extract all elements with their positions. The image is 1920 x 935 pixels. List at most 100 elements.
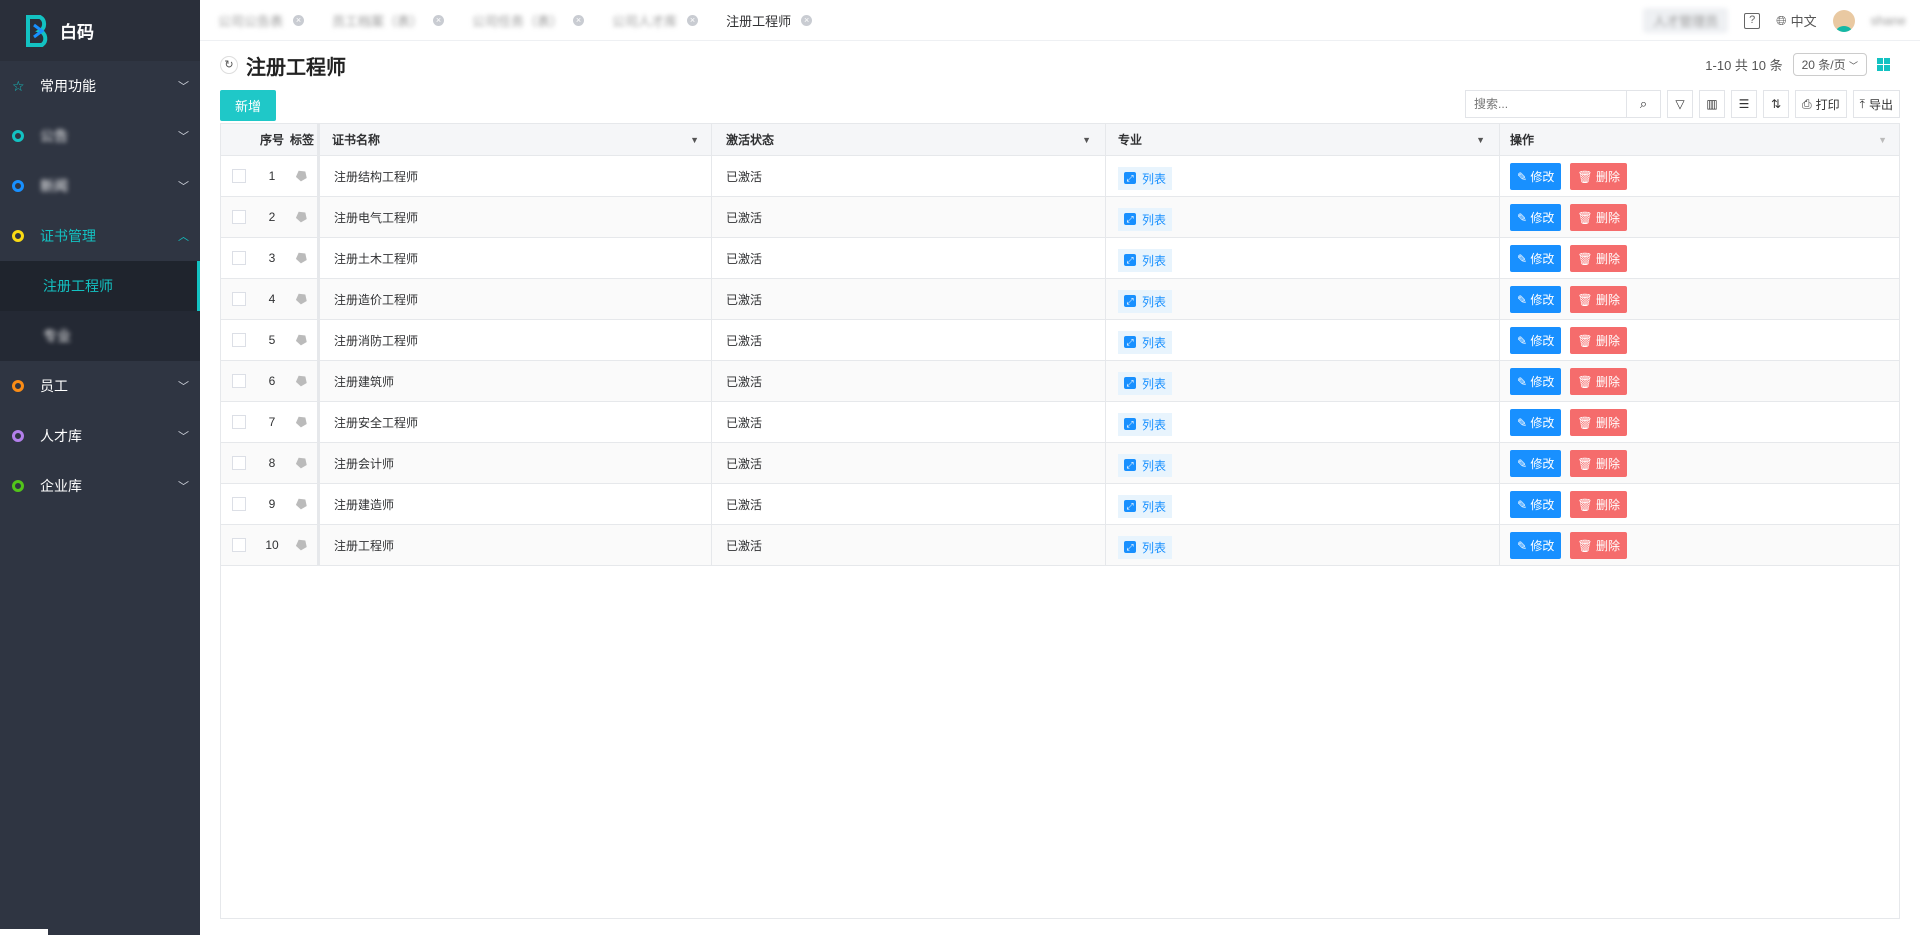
menu-item-certificates[interactable]: 证书管理 ︿ bbox=[0, 211, 200, 261]
tag-icon[interactable]: ⬟ bbox=[293, 494, 311, 514]
export-label: 导出 bbox=[1868, 97, 1893, 112]
circle-icon bbox=[12, 180, 24, 192]
list-button[interactable]: ⤢ 列表 bbox=[1118, 371, 1173, 395]
menu-item-enterprise[interactable]: 企业库 ﹀ bbox=[0, 461, 200, 511]
help-icon[interactable]: ? bbox=[1744, 12, 1761, 29]
row-checkbox[interactable] bbox=[232, 292, 246, 306]
caret-down-icon[interactable]: ▼ bbox=[1476, 135, 1485, 145]
export-button[interactable]: ⤒ 导出 bbox=[1852, 90, 1900, 118]
row-checkbox[interactable] bbox=[232, 456, 246, 470]
submenu-item-major[interactable]: 专业 bbox=[0, 311, 200, 361]
list-button[interactable]: ⤢ 列表 bbox=[1118, 248, 1173, 272]
tab-talent-pool[interactable]: 公司人才库 × bbox=[594, 0, 708, 41]
tag-icon[interactable]: ⬟ bbox=[293, 412, 311, 432]
delete-button[interactable]: 🗑︎ 删除 bbox=[1570, 285, 1627, 313]
menu-item-staff[interactable]: 员工 ﹀ bbox=[0, 361, 200, 411]
close-icon[interactable]: × bbox=[573, 14, 585, 26]
delete-button[interactable]: 🗑︎ 删除 bbox=[1570, 449, 1627, 477]
avatar[interactable] bbox=[1832, 9, 1855, 32]
close-icon[interactable]: × bbox=[687, 14, 699, 26]
menu-item-notice[interactable]: 公告 ﹀ bbox=[0, 111, 200, 161]
search-input[interactable] bbox=[1466, 97, 1627, 111]
row-checkbox[interactable] bbox=[232, 333, 246, 347]
tag-icon[interactable]: ⬟ bbox=[293, 248, 311, 268]
tab-registered-engineer[interactable]: 注册工程师 × bbox=[708, 0, 822, 41]
header-name[interactable]: 证书名称 ▼ bbox=[320, 124, 712, 155]
edit-button[interactable]: ✎ 修改 bbox=[1510, 203, 1562, 231]
delete-button[interactable]: 🗑︎ 删除 bbox=[1570, 244, 1627, 272]
close-icon[interactable]: × bbox=[433, 14, 445, 26]
close-icon[interactable]: × bbox=[293, 14, 305, 26]
list-button[interactable]: ⤢ 列表 bbox=[1118, 330, 1173, 354]
caret-down-icon[interactable]: ▼ bbox=[1082, 135, 1091, 145]
tag-icon[interactable]: ⬟ bbox=[293, 453, 311, 473]
list-label: 列表 bbox=[1142, 212, 1167, 227]
tag-icon[interactable]: ⬟ bbox=[293, 535, 311, 555]
edit-button[interactable]: ✎ 修改 bbox=[1510, 162, 1562, 190]
list-button[interactable]: ⤢ 列表 bbox=[1118, 166, 1173, 190]
settings-button[interactable]: ☰ bbox=[1731, 90, 1758, 118]
delete-button[interactable]: 🗑︎ 删除 bbox=[1570, 408, 1627, 436]
refresh-icon[interactable]: ↻ bbox=[220, 56, 238, 74]
header-status[interactable]: 激活状态 ▼ bbox=[712, 124, 1106, 155]
menu-item-common[interactable]: ☆ 常用功能 ﹀ bbox=[0, 61, 200, 111]
list-button[interactable]: ⤢ 列表 bbox=[1118, 289, 1173, 313]
tag-icon[interactable]: ⬟ bbox=[293, 166, 311, 186]
tag-icon[interactable]: ⬟ bbox=[293, 289, 311, 309]
edit-button[interactable]: ✎ 修改 bbox=[1510, 326, 1562, 354]
row-checkbox[interactable] bbox=[232, 374, 246, 388]
logo[interactable]: 白码 bbox=[0, 0, 200, 61]
edit-button[interactable]: ✎ 修改 bbox=[1510, 408, 1562, 436]
sort-button[interactable]: ⇅ bbox=[1763, 90, 1790, 118]
role-badge[interactable]: 人才管理员 bbox=[1643, 8, 1729, 33]
menu-item-talent[interactable]: 人才库 ﹀ bbox=[0, 411, 200, 461]
list-button[interactable]: ⤢ 列表 bbox=[1118, 535, 1173, 559]
delete-button[interactable]: 🗑︎ 删除 bbox=[1570, 162, 1627, 190]
filter-button[interactable]: ▽ bbox=[1667, 90, 1694, 118]
close-icon[interactable]: × bbox=[801, 14, 813, 26]
header-major[interactable]: 专业 ▼ bbox=[1106, 124, 1500, 155]
row-checkbox[interactable] bbox=[232, 415, 246, 429]
tag-icon[interactable]: ⬟ bbox=[293, 330, 311, 350]
tab-company-tasks[interactable]: 公司任务（表） × bbox=[454, 0, 594, 41]
language-switch[interactable]: 🌐︎ 中文 bbox=[1776, 11, 1816, 30]
row-checkbox[interactable] bbox=[232, 538, 246, 552]
submenu-item-registered-engineer[interactable]: 注册工程师 bbox=[0, 261, 200, 311]
delete-button[interactable]: 🗑︎ 删除 bbox=[1570, 326, 1627, 354]
row-checkbox[interactable] bbox=[232, 210, 246, 224]
menu-item-news[interactable]: 新闻 ﹀ bbox=[0, 161, 200, 211]
page-size-select[interactable]: 20 条/页 ﹀ bbox=[1792, 53, 1867, 76]
print-button[interactable]: ⎙ 打印 bbox=[1795, 90, 1847, 118]
tag-icon[interactable]: ⬟ bbox=[293, 371, 311, 391]
search-icon[interactable]: ⌕ bbox=[1626, 91, 1660, 117]
add-button[interactable]: 新增 bbox=[220, 89, 277, 121]
edit-button[interactable]: ✎ 修改 bbox=[1510, 244, 1562, 272]
tab-notice-table[interactable]: 公司公告表 × bbox=[200, 0, 314, 41]
tag-icon[interactable]: ⬟ bbox=[293, 207, 311, 227]
caret-down-icon[interactable]: ▼ bbox=[1878, 135, 1887, 145]
caret-down-icon[interactable]: ▼ bbox=[690, 135, 699, 145]
edit-button[interactable]: ✎ 修改 bbox=[1510, 531, 1562, 559]
row-checkbox[interactable] bbox=[232, 497, 246, 511]
list-button[interactable]: ⤢ 列表 bbox=[1118, 494, 1173, 518]
delete-button[interactable]: 🗑︎ 删除 bbox=[1570, 531, 1627, 559]
trash-icon: 🗑︎ bbox=[1577, 415, 1596, 430]
edit-label: 修改 bbox=[1530, 210, 1555, 225]
row-checkbox[interactable] bbox=[232, 251, 246, 265]
edit-button[interactable]: ✎ 修改 bbox=[1510, 490, 1562, 518]
edit-button[interactable]: ✎ 修改 bbox=[1510, 367, 1562, 395]
delete-button[interactable]: 🗑︎ 删除 bbox=[1570, 490, 1627, 518]
tab-staff-archive[interactable]: 员工档案（表） × bbox=[314, 0, 454, 41]
username[interactable]: shane bbox=[1871, 13, 1906, 28]
row-status: 已激活 bbox=[712, 279, 1106, 319]
list-button[interactable]: ⤢ 列表 bbox=[1118, 453, 1173, 477]
list-button[interactable]: ⤢ 列表 bbox=[1118, 207, 1173, 231]
list-button[interactable]: ⤢ 列表 bbox=[1118, 412, 1173, 436]
edit-button[interactable]: ✎ 修改 bbox=[1510, 449, 1562, 477]
edit-button[interactable]: ✎ 修改 bbox=[1510, 285, 1562, 313]
chart-button[interactable]: ▥ bbox=[1699, 90, 1726, 118]
delete-button[interactable]: 🗑︎ 删除 bbox=[1570, 367, 1627, 395]
row-checkbox[interactable] bbox=[232, 169, 246, 183]
grid-view-icon[interactable] bbox=[1877, 58, 1890, 71]
delete-button[interactable]: 🗑︎ 删除 bbox=[1570, 203, 1627, 231]
